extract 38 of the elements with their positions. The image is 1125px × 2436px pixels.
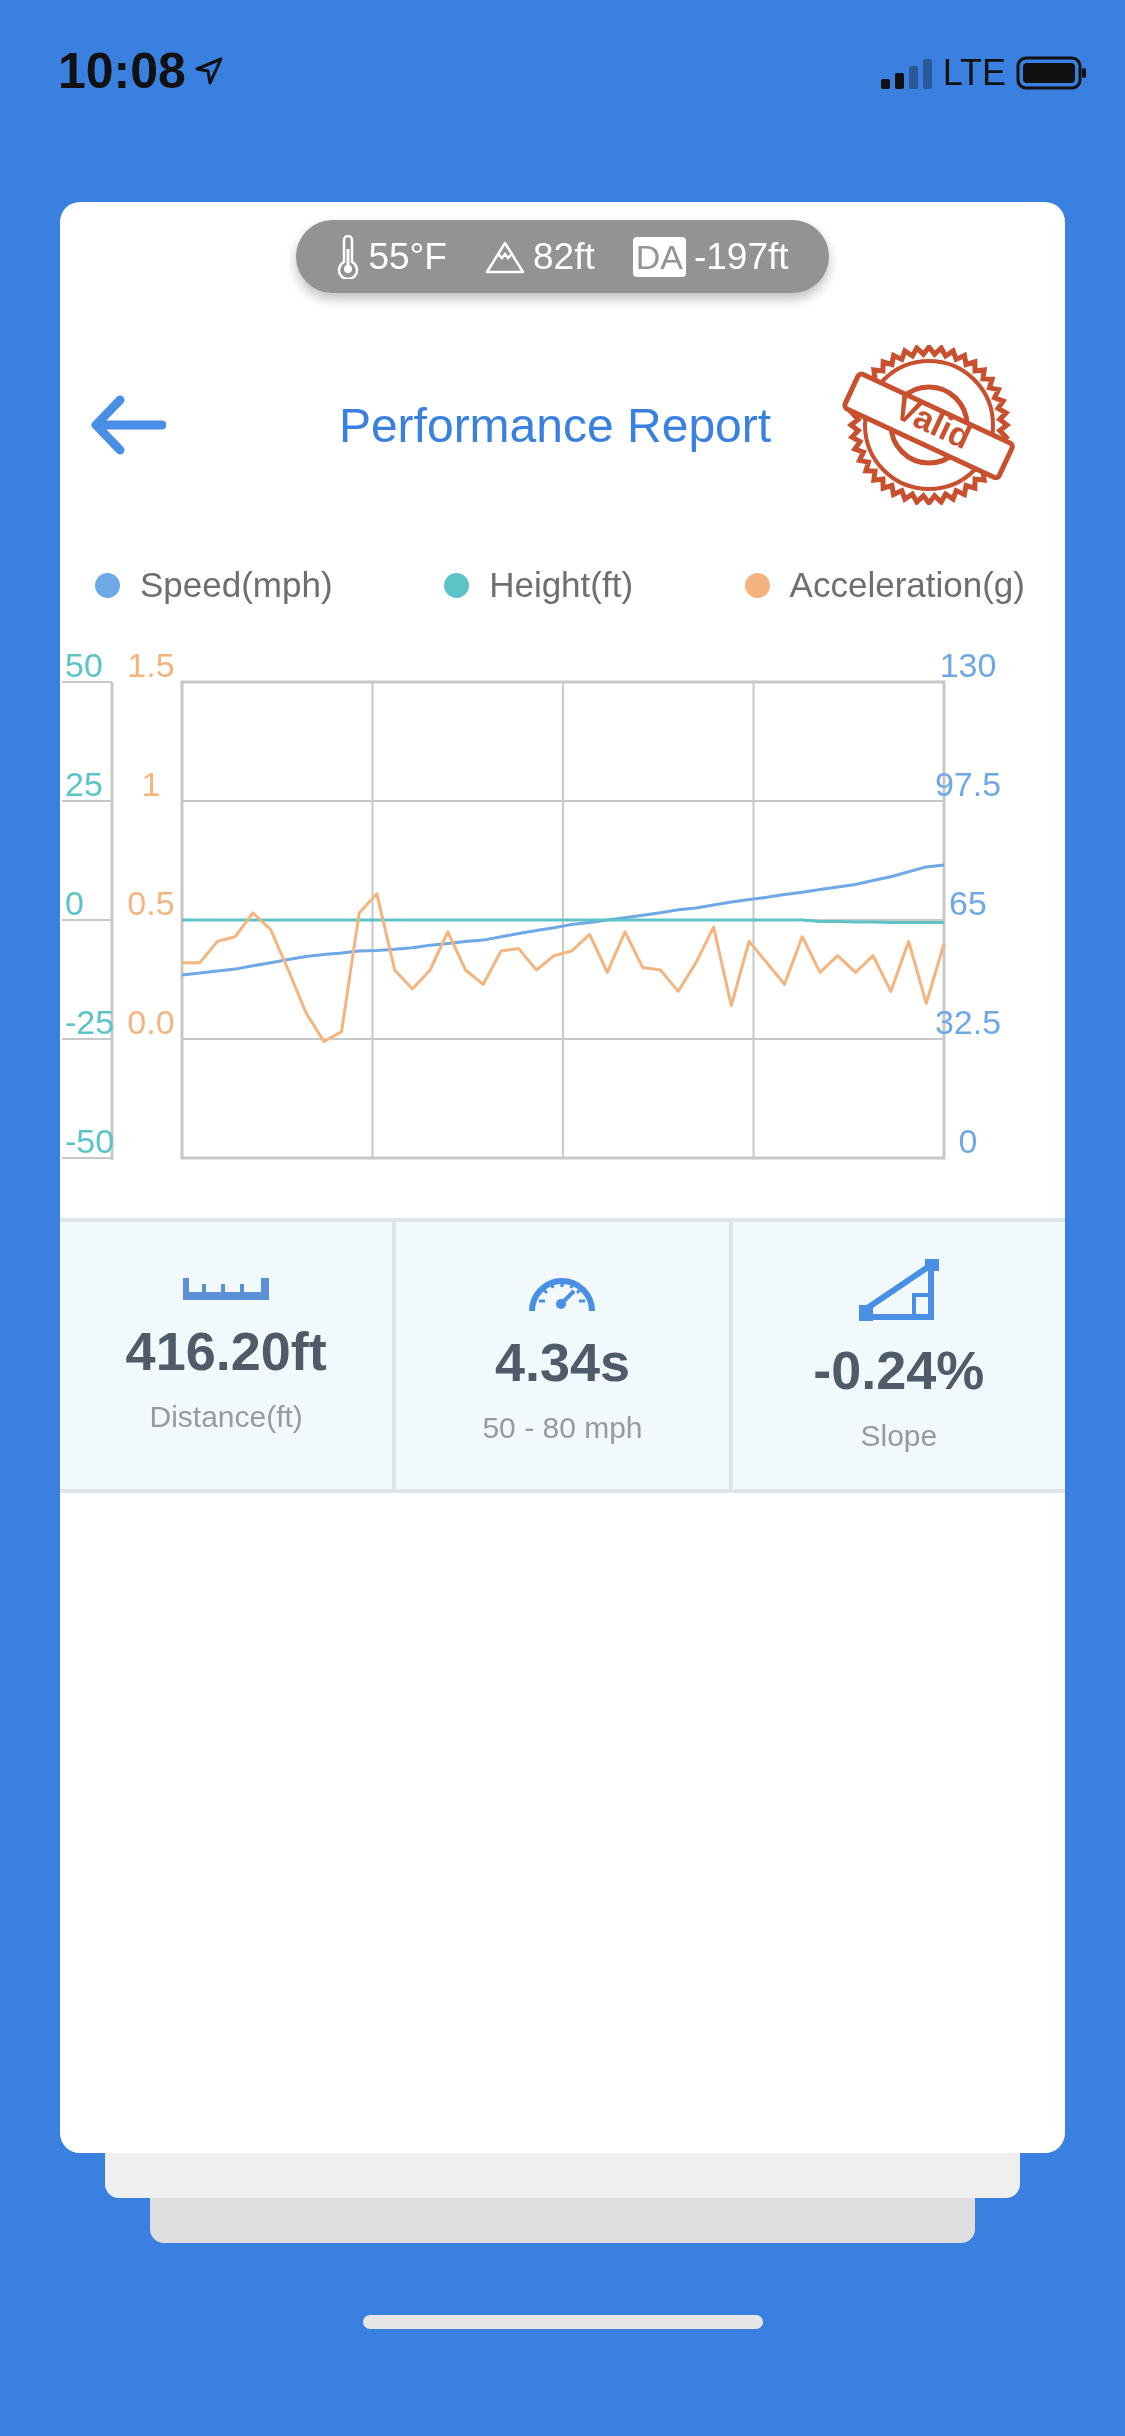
signal-icon: [880, 57, 933, 89]
density-altitude-badge: DA: [632, 236, 686, 277]
axis-label: 130: [939, 646, 997, 684]
back-arrow-icon[interactable]: [90, 394, 166, 456]
axis-label: 32.5: [934, 1003, 1002, 1041]
axis-label: 1: [141, 765, 161, 803]
condition-value: 55°F: [368, 235, 447, 278]
thermometer-icon: [336, 234, 361, 279]
axis-label: -25: [65, 1003, 115, 1041]
stat-value: -0.24%: [813, 1338, 985, 1401]
legend-label: Speed(mph): [140, 565, 333, 605]
axis-label: 0: [958, 1122, 978, 1160]
axis-label: 50: [65, 646, 103, 684]
stat-value: 416.20ft: [125, 1319, 327, 1382]
axis-label: 0.5: [127, 884, 175, 922]
location-arrow-icon: [193, 56, 224, 86]
condition-value: 82ft: [533, 235, 595, 278]
stat-label: Slope: [860, 1418, 938, 1453]
axis-label: 65: [949, 884, 987, 922]
stat-value: 4.34s: [494, 1330, 631, 1393]
ruler-icon: [183, 1277, 270, 1302]
network-label: LTE: [942, 52, 1006, 94]
stat-label: Distance(ft): [149, 1399, 303, 1434]
status-time: 10:08: [58, 42, 186, 100]
slope-icon: [858, 1258, 939, 1321]
legend-label: Acceleration(g): [789, 565, 1025, 605]
stat-label: 50 - 80 mph: [482, 1410, 643, 1445]
axis-label: -50: [65, 1122, 115, 1160]
page-title: Performance Report: [338, 397, 772, 453]
condition-value: -197ft: [693, 235, 789, 278]
axis-label: 97.5: [934, 765, 1002, 803]
mountain-icon: [485, 239, 525, 274]
battery-icon: [1016, 56, 1088, 90]
axis-label: 25: [65, 765, 103, 803]
axis-label: 0.0: [127, 1003, 175, 1041]
axis-label: 0: [65, 884, 84, 922]
axis-label: 1.5: [127, 646, 175, 684]
legend-label: Height(ft): [489, 565, 634, 605]
